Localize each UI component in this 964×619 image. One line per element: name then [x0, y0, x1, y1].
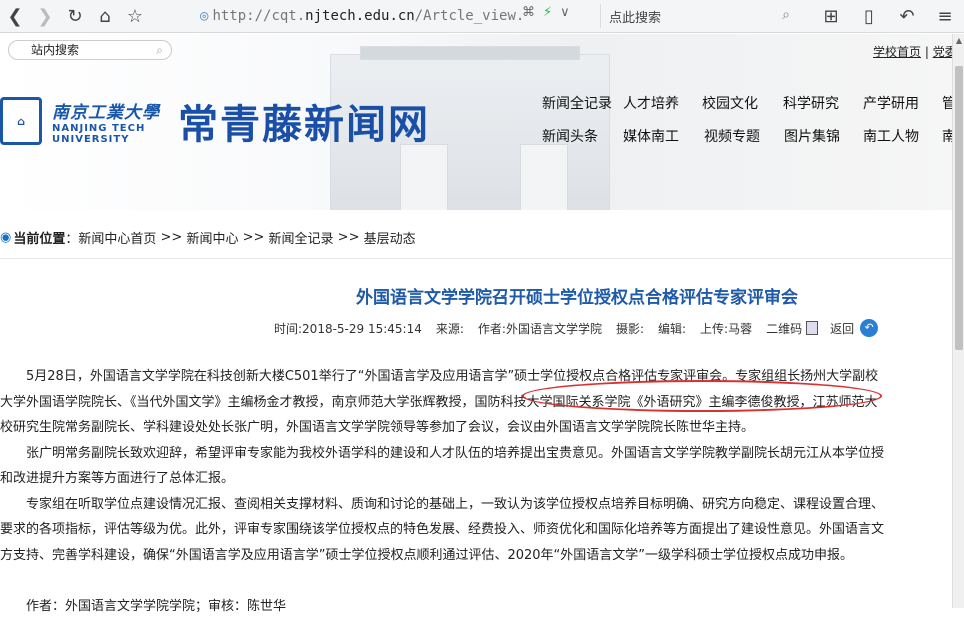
article-paragraph: 要求的各项指标，评估等级为优。此外，评审专家围绕该学位授权点的特色发展、经费投入… — [0, 517, 952, 543]
nav-item-people[interactable]: 南工人物 — [863, 126, 942, 146]
home-icon[interactable]: ⌂ — [90, 0, 120, 33]
back-link[interactable]: 返回 — [830, 320, 854, 337]
article-paragraph: 方支持、完善学科建设，确保“外国语言学及应用语言学”硕士学位授权点顺利通过评估、… — [0, 543, 952, 569]
breadcrumb-item-grassroots[interactable]: 基层动态 — [364, 228, 416, 247]
address-bar-actions: ⌘ ⚡ ∨ — [522, 5, 570, 20]
article-byline: 作者：外国语言文学学院学院；审核：陈世华 — [0, 594, 952, 619]
back-icon[interactable]: ❮ — [0, 0, 30, 33]
breadcrumb-label: 当前位置 — [13, 228, 65, 247]
browser-toolbar: ❮ ❯ ↻ ⌂ ☆ ◎ http://cqt.njtech.edu.cn/Art… — [0, 0, 964, 33]
article-paragraph — [0, 568, 952, 594]
scrollbar-thumb[interactable] — [955, 66, 963, 350]
university-name-cn: 南京工業大學 — [52, 98, 160, 123]
content-divider — [0, 258, 964, 259]
site-header: 站内搜索 ⌕ 学校首页 | 党委 ⌂ 南京工業大學 NANJING TECH U… — [0, 34, 964, 210]
university-name-en-2: UNIVERSITY — [52, 134, 160, 145]
share-icon[interactable]: ⌘ — [522, 5, 535, 20]
nav-item-headlines[interactable]: 新闻头条 — [542, 126, 623, 146]
breadcrumb-sep: >> — [334, 230, 364, 245]
scroll-up-icon[interactable]: ▲ — [953, 36, 964, 45]
article-title: 外国语言文学学院召开硕士学位授权点合格评估专家评审会 — [356, 283, 798, 308]
school-home-link[interactable]: 学校首页 — [873, 45, 921, 59]
star-icon[interactable]: ☆ — [120, 0, 150, 33]
site-info-icon[interactable]: ◎ — [200, 8, 208, 24]
browser-search-placeholder: 点此搜索 — [609, 7, 661, 26]
meta-editor: 编辑: — [658, 320, 686, 337]
search-icon[interactable]: ⌕ — [156, 41, 163, 59]
breadcrumb-sep: >> — [156, 230, 186, 245]
nav-item-all-news[interactable]: 新闻全记录 — [542, 93, 623, 113]
university-seal-icon: ⌂ — [0, 97, 42, 145]
site-logo[interactable]: ⌂ 南京工業大學 NANJING TECH UNIVERSITY 常青藤新闻网 — [0, 92, 430, 150]
breadcrumb-item-news-center[interactable]: 新闻中心 — [186, 228, 238, 247]
browser-search-input[interactable]: 点此搜索 ⌕ — [600, 4, 800, 28]
url-prefix: http://cqt. — [212, 8, 305, 24]
chevron-down-icon[interactable]: ∨ — [560, 5, 570, 20]
refresh-icon[interactable]: ↻ — [60, 0, 90, 33]
nav-row-1: 新闻全记录 人才培养 校园文化 科学研究 产学研用 管 — [542, 86, 964, 119]
meta-uploader: 上传:马蓉 — [700, 320, 752, 337]
university-name-en-1: NANJING TECH — [52, 123, 160, 134]
nav-item-photos[interactable]: 图片集锦 — [784, 126, 863, 146]
article-paragraph: 大学外国语学院院长、《当代外国文学》主编杨金才教授，南京师范大学张辉教授，国防科… — [0, 390, 952, 416]
article-paragraph: 专家组在听取学位点建设情况汇报、查阅相关支撑材料、质询和讨论的基础上，一致认为该… — [0, 492, 952, 518]
top-links: 学校首页 | 党委 — [873, 43, 957, 60]
nav-row-2: 新闻头条 媒体南工 视频专题 图片集锦 南工人物 南 — [542, 119, 964, 152]
nav-item-research[interactable]: 科学研究 — [783, 93, 863, 113]
article-paragraph: 5月28日，外国语言文学学院在科技创新大楼C501举行了“外国语言学及应用语言学… — [0, 364, 952, 390]
extensions-icon[interactable]: ⊞ — [812, 0, 850, 33]
undo-icon[interactable]: ↶ — [888, 0, 926, 33]
meta-author: 作者:外国语言文学学院 — [478, 320, 602, 337]
site-search-placeholder: 站内搜索 — [31, 43, 79, 57]
lightning-icon[interactable]: ⚡ — [543, 5, 552, 20]
site-name: 常青藤新闻网 — [178, 92, 430, 150]
nav-item-media[interactable]: 媒体南工 — [623, 126, 704, 146]
nav-item-video[interactable]: 视频专题 — [704, 126, 784, 146]
building-column — [400, 144, 448, 210]
location-pin-icon: ◉ — [0, 230, 11, 245]
article-paragraph: 校研究生院常务副院长、学科建设处处长张广明，外国语言文学学院领导等参加了会议，会… — [0, 415, 952, 441]
nav-item-campus-culture[interactable]: 校园文化 — [702, 93, 783, 113]
meta-time: 时间:2018-5-29 15:45:14 — [274, 320, 422, 337]
breadcrumb-sep: >> — [238, 230, 268, 245]
article-paragraph: 张广明常务副院长致欢迎辞，希望评审专家能为我校外语学科的建设和人才队伍的培养提出… — [0, 441, 952, 467]
university-name: 南京工業大學 NANJING TECH UNIVERSITY — [52, 98, 160, 145]
page-scrollbar[interactable]: ▲ — [952, 34, 964, 608]
meta-qr-label: 二维码 — [766, 320, 802, 337]
top-link-separator: | — [921, 45, 933, 59]
mobile-icon[interactable]: ▯ — [850, 0, 888, 33]
meta-source: 来源: — [436, 320, 464, 337]
building-roof — [360, 46, 580, 60]
url-path: /Artcle_view. — [415, 8, 525, 24]
breadcrumb-item-all-news[interactable]: 新闻全记录 — [269, 228, 334, 247]
nav-item-talent[interactable]: 人才培养 — [623, 93, 702, 113]
article-meta: 时间:2018-5-29 15:45:14 来源: 作者:外国语言文学学院 摄影… — [274, 319, 878, 337]
article-body: 5月28日，外国语言文学学院在科技创新大楼C501举行了“外国语言学及应用语言学… — [0, 364, 952, 619]
back-arrow-icon[interactable]: ↶ — [860, 319, 878, 337]
search-icon[interactable]: ⌕ — [782, 7, 790, 23]
main-nav: 新闻全记录 人才培养 校园文化 科学研究 产学研用 管 新闻头条 媒体南工 视频… — [542, 86, 964, 152]
site-search-input[interactable]: 站内搜索 ⌕ — [8, 40, 172, 60]
breadcrumb-colon: ： — [65, 228, 78, 247]
breadcrumb-item-news-home[interactable]: 新闻中心首页 — [78, 228, 156, 247]
qr-code-icon[interactable] — [806, 321, 818, 335]
meta-photo: 摄影: — [616, 320, 644, 337]
menu-icon[interactable]: ≡ — [926, 0, 964, 33]
breadcrumb: ◉ 当前位置： 新闻中心首页 >> 新闻中心 >> 新闻全记录 >> 基层动态 — [0, 222, 964, 252]
forward-icon[interactable]: ❯ — [30, 0, 60, 33]
article-paragraph: 和改进提升方案等方面进行了总体汇报。 — [0, 466, 952, 492]
url-host: njtech.edu.cn — [305, 8, 415, 24]
nav-item-industry[interactable]: 产学研用 — [863, 93, 942, 113]
browser-menu-buttons: ⊞ ▯ ↶ ≡ — [812, 0, 964, 33]
building-column — [520, 144, 568, 210]
